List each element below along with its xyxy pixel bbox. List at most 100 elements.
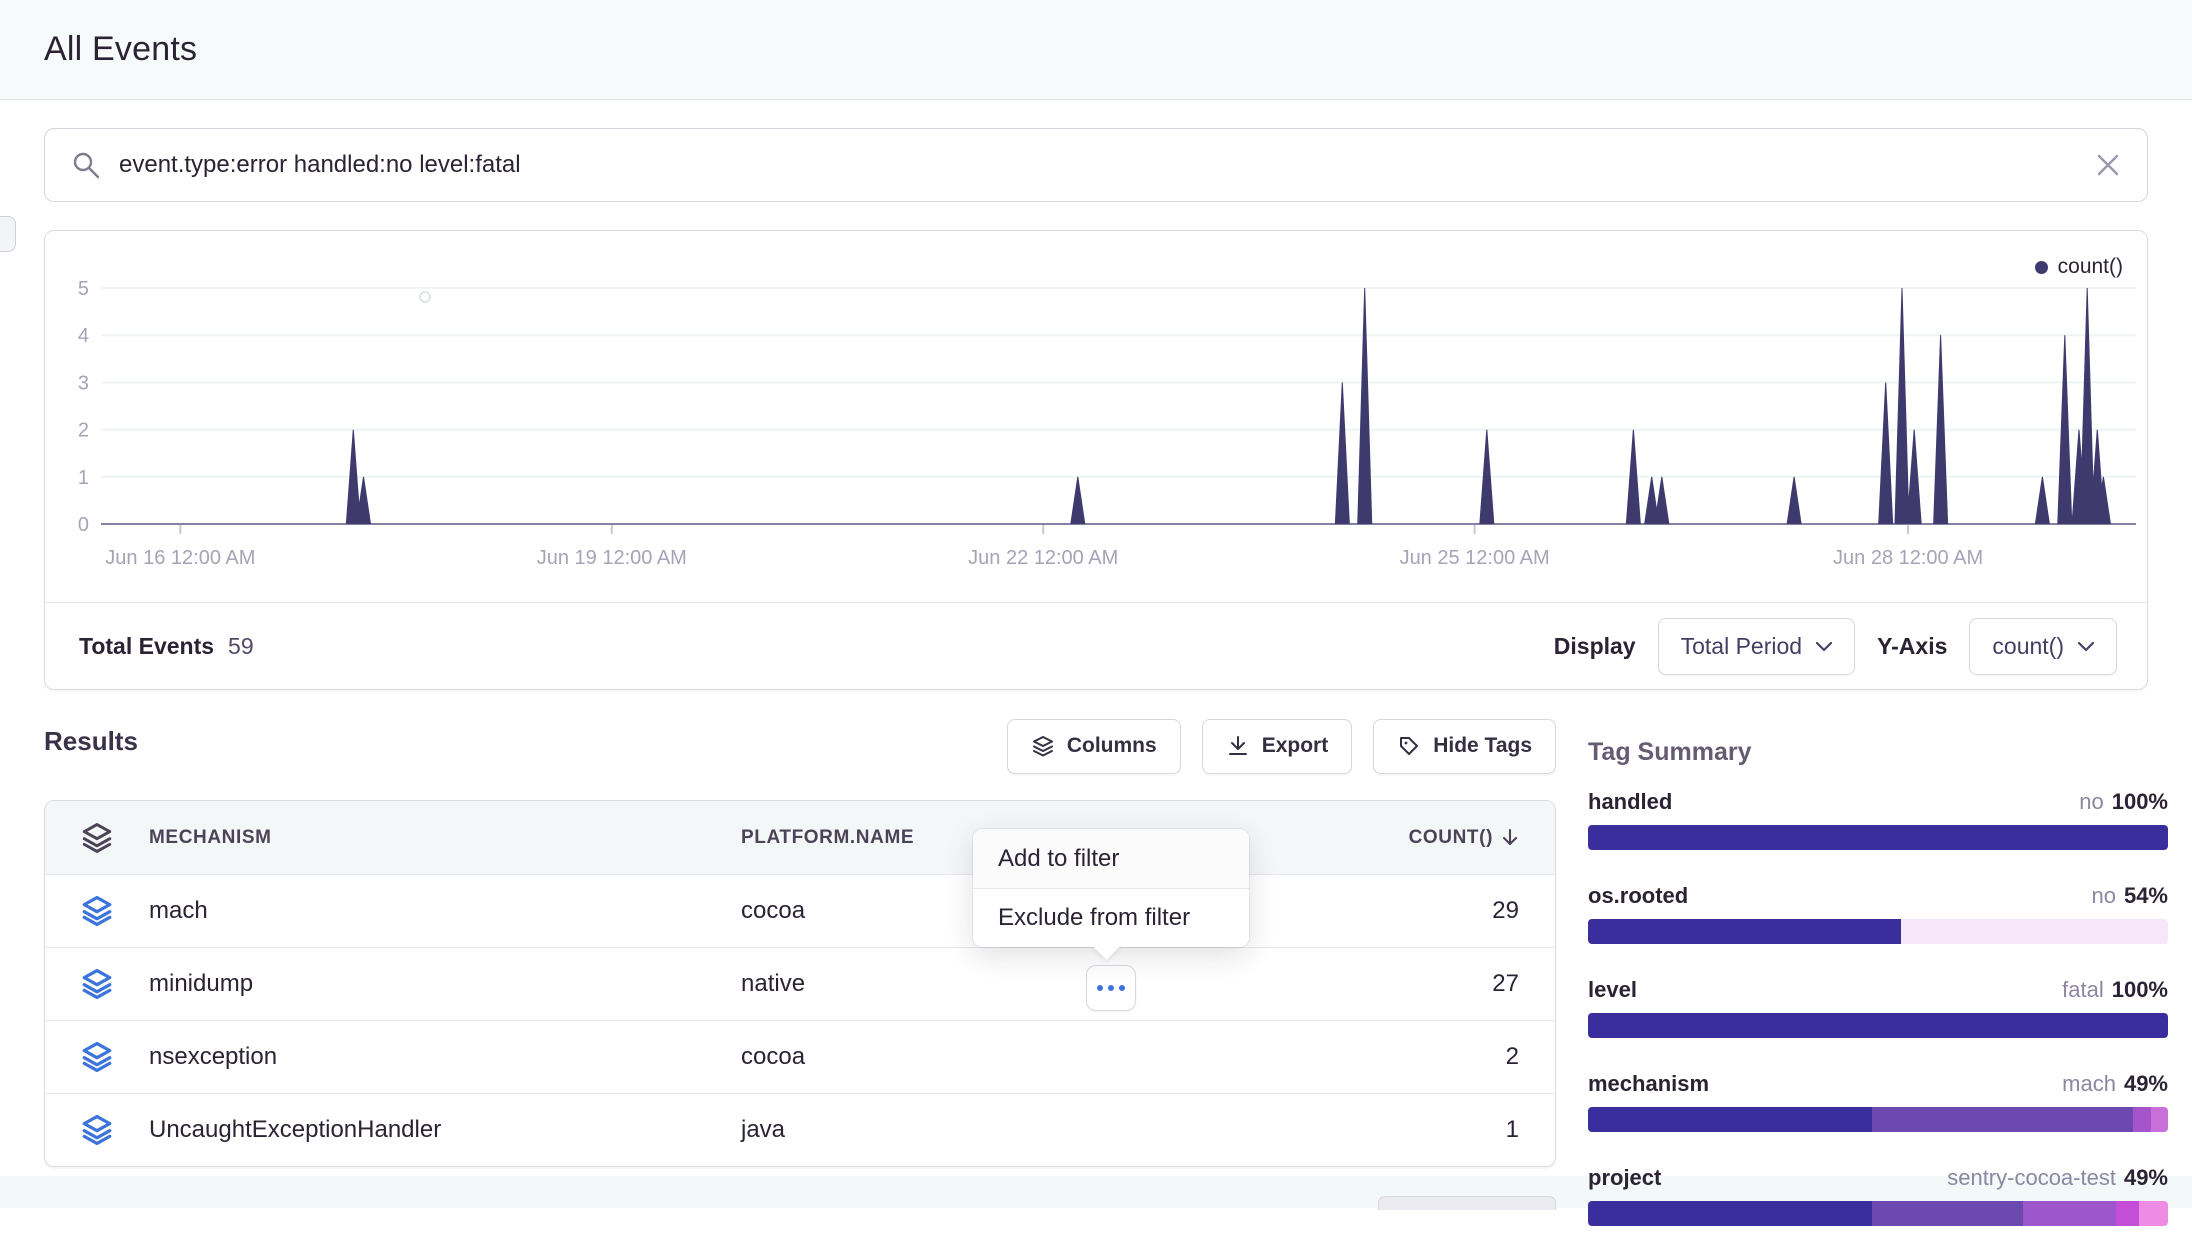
- cell-count[interactable]: 2: [1337, 1043, 1555, 1071]
- tag-top-value: fatal100%: [2062, 977, 2168, 1003]
- table-header-row: MECHANISM PLATFORM.NAME COUNT(): [45, 801, 1555, 874]
- yaxis-select-value: count(): [1992, 633, 2064, 660]
- menu-item-add-to-filter[interactable]: Add to filter: [973, 829, 1249, 888]
- download-icon: [1226, 734, 1250, 758]
- tag-name: mechanism: [1588, 1071, 1709, 1097]
- table-header-icon-cell: [45, 821, 149, 855]
- column-header-mechanism[interactable]: MECHANISM: [149, 827, 741, 849]
- svg-text:2: 2: [78, 420, 89, 442]
- table-row: UncaughtExceptionHandlerjava1: [45, 1093, 1555, 1166]
- tag-bar-segment[interactable]: [1588, 919, 1901, 944]
- svg-text:Jun 19 12:00 AM: Jun 19 12:00 AM: [537, 547, 687, 569]
- results-toolbar: Columns Export Hide Tags: [1007, 712, 1556, 780]
- tag-distribution-bar[interactable]: [1588, 1201, 2168, 1226]
- svg-text:Jun 16 12:00 AM: Jun 16 12:00 AM: [105, 547, 255, 569]
- export-button[interactable]: Export: [1202, 719, 1353, 774]
- sort-desc-arrow-icon: [1501, 828, 1519, 848]
- table-row: machcocoa29: [45, 874, 1555, 947]
- cell-action-menu: Add to filter Exclude from filter: [973, 829, 1249, 947]
- yaxis-select[interactable]: count(): [1969, 618, 2117, 675]
- tag-bar-segment[interactable]: [2133, 1107, 2150, 1132]
- chart-legend[interactable]: count(): [2035, 255, 2123, 279]
- export-button-label: Export: [1262, 734, 1329, 758]
- chevron-down-icon: [2078, 642, 2094, 652]
- stack-icon: [79, 821, 115, 855]
- tag-top-value: no54%: [2091, 883, 2168, 909]
- row-stack-icon: [45, 894, 149, 928]
- cell-platform[interactable]: java: [741, 1116, 1337, 1144]
- tag-bar-segment[interactable]: [1872, 1107, 2133, 1132]
- tag-bar-segment[interactable]: [1588, 1107, 1872, 1132]
- tag-bar-segment[interactable]: [1872, 1201, 2023, 1226]
- tag-bar-segment[interactable]: [2023, 1201, 2116, 1226]
- legend-count-label: count(): [2058, 255, 2123, 279]
- tag-item-mechanism: mechanism mach49%: [1588, 1071, 2168, 1132]
- svg-text:0: 0: [78, 514, 89, 536]
- page-header: All Events: [0, 0, 2192, 100]
- results-heading: Results: [44, 726, 138, 757]
- tag-distribution-bar[interactable]: [1588, 825, 2168, 850]
- svg-text:3: 3: [78, 372, 89, 394]
- cell-mechanism[interactable]: mach: [149, 897, 741, 925]
- chart-footer: Total Events 59 Display Total Period Y-A…: [45, 602, 2147, 690]
- tag-item-project: project sentry-cocoa-test49%: [1588, 1165, 2168, 1226]
- cell-platform[interactable]: native: [741, 970, 1337, 998]
- cell-count[interactable]: 1: [1337, 1116, 1555, 1144]
- row-stack-icon: [45, 1040, 149, 1074]
- total-events-value: 59: [228, 633, 254, 660]
- tag-item-os.rooted: os.rooted no54%: [1588, 883, 2168, 944]
- stray-point-marker: [420, 292, 430, 302]
- cell-mechanism[interactable]: minidump: [149, 970, 741, 998]
- tag-bar-segment[interactable]: [2151, 1107, 2168, 1132]
- tag-name: level: [1588, 977, 1637, 1003]
- tag-name: os.rooted: [1588, 883, 1688, 909]
- columns-button[interactable]: Columns: [1007, 719, 1181, 774]
- cell-mechanism[interactable]: UncaughtExceptionHandler: [149, 1116, 741, 1144]
- tag-bar-segment[interactable]: [1901, 919, 2168, 944]
- tag-bar-segment[interactable]: [1588, 1013, 2168, 1038]
- tag-bar-segment[interactable]: [2139, 1201, 2168, 1226]
- display-label: Display: [1554, 633, 1636, 660]
- table-row: minidumpnative27: [45, 947, 1555, 1020]
- tag-top-value: mach49%: [2062, 1071, 2168, 1097]
- tag-bar-segment[interactable]: [1588, 825, 2168, 850]
- svg-text:Jun 28 12:00 AM: Jun 28 12:00 AM: [1833, 547, 1983, 569]
- cell-platform[interactable]: cocoa: [741, 1043, 1337, 1071]
- tag-top-value: sentry-cocoa-test49%: [1947, 1165, 2168, 1191]
- cell-mechanism[interactable]: nsexception: [149, 1043, 741, 1071]
- tag-top-value: no100%: [2079, 789, 2168, 815]
- tag-item-level: level fatal100%: [1588, 977, 2168, 1038]
- tag-distribution-bar[interactable]: [1588, 1013, 2168, 1038]
- tag-bar-segment[interactable]: [1588, 1201, 1872, 1226]
- page-title: All Events: [44, 30, 197, 69]
- table-row: nsexceptioncocoa2: [45, 1020, 1555, 1093]
- search-input[interactable]: event.type:error handled:no level:fatal: [119, 151, 2095, 179]
- tag-distribution-bar[interactable]: [1588, 1107, 2168, 1132]
- search-bar[interactable]: event.type:error handled:no level:fatal: [44, 128, 2148, 202]
- svg-text:5: 5: [78, 278, 89, 300]
- tag-name: project: [1588, 1165, 1661, 1191]
- svg-text:1: 1: [78, 467, 89, 489]
- display-select[interactable]: Total Period: [1658, 618, 1855, 675]
- svg-text:Jun 22 12:00 AM: Jun 22 12:00 AM: [968, 547, 1118, 569]
- tag-name: handled: [1588, 789, 1672, 815]
- row-stack-icon: [45, 967, 149, 1001]
- hide-tags-button[interactable]: Hide Tags: [1373, 719, 1556, 774]
- column-header-count-label: COUNT(): [1409, 827, 1493, 849]
- search-icon: [71, 150, 101, 180]
- table-body: machcocoa29minidumpnative27nsexceptionco…: [45, 874, 1555, 1166]
- cell-count[interactable]: 27: [1337, 970, 1555, 998]
- svg-text:Jun 25 12:00 AM: Jun 25 12:00 AM: [1400, 547, 1550, 569]
- row-actions-button[interactable]: [1086, 965, 1136, 1011]
- clear-search-icon[interactable]: [2095, 152, 2121, 178]
- column-header-count[interactable]: COUNT(): [1337, 827, 1555, 849]
- sidebar-drag-handle[interactable]: [0, 216, 16, 252]
- tag-distribution-bar[interactable]: [1588, 919, 2168, 944]
- chevron-down-icon: [1816, 642, 1832, 652]
- tag-icon: [1397, 734, 1421, 758]
- tag-bar-segment[interactable]: [2116, 1201, 2139, 1226]
- svg-text:4: 4: [78, 325, 89, 347]
- events-over-time-chart[interactable]: 0 1 2 3 4 5 Jun 16 12:00 AM Jun 19 12:00 AM Jun …: [45, 231, 2147, 601]
- tag-summary-heading: Tag Summary: [1588, 738, 2168, 767]
- cell-count[interactable]: 29: [1337, 897, 1555, 925]
